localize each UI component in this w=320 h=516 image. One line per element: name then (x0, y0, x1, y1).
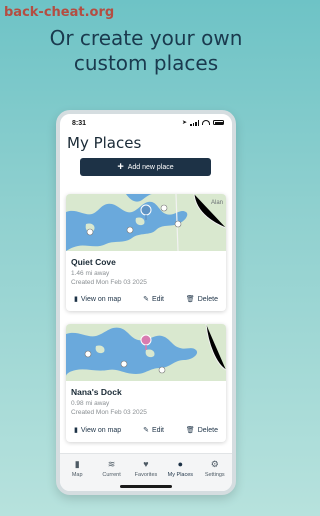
edit-button[interactable]: ✎ Edit (143, 426, 164, 435)
tab-label: Favorites (134, 472, 158, 478)
page-title: My Places (67, 134, 142, 152)
place-name: Nana's Dock (71, 387, 122, 397)
map-thumbnail-svg (66, 324, 226, 381)
trash-icon: 🗑 (185, 296, 195, 303)
view-on-map-label: View on map (80, 295, 122, 303)
location-pin-icon: ● (177, 459, 184, 469)
signal-icon (190, 119, 199, 126)
add-new-place-label: Add new place (127, 163, 174, 171)
place-card-quiet-cove[interactable]: Alan Quiet Cove 1.46 mi away Created Mon… (66, 194, 226, 311)
waves-icon: ≋ (107, 458, 116, 469)
status-icons: ➤ (182, 119, 224, 126)
map-icon: ▮ (74, 427, 78, 434)
place-card-actions: ▮ View on map ✎ Edit 🗑 Delete (74, 426, 218, 435)
view-on-map-label: View on map (80, 426, 122, 434)
place-created-date: Created Mon Feb 03 2025 (71, 279, 147, 286)
edit-label: Edit (151, 295, 164, 303)
battery-icon (213, 120, 224, 125)
gear-icon: ⚙ (210, 458, 219, 469)
place-name: Quiet Cove (71, 257, 116, 267)
tab-label: My Places (167, 472, 194, 478)
delete-label: Delete (197, 426, 218, 434)
wifi-icon (202, 120, 210, 125)
tab-label: Current (102, 472, 121, 478)
status-time: 8:31 (72, 120, 87, 127)
place-map-thumbnail[interactable]: Alan (66, 194, 226, 251)
headline-line-1: Or create your own (49, 26, 243, 50)
place-card-nanas-dock[interactable]: Nana's Dock 0.98 mi away Created Mon Feb… (66, 324, 226, 442)
trash-icon: 🗑 (185, 427, 195, 434)
place-distance: 1.46 mi away (71, 270, 110, 277)
tab-label: Settings (204, 472, 225, 478)
location-arrow-icon: ➤ (181, 120, 187, 126)
edit-button[interactable]: ✎ Edit (143, 295, 164, 304)
pencil-icon: ✎ (143, 296, 149, 303)
map-thumbnail-svg (66, 194, 226, 251)
place-created-date: Created Mon Feb 03 2025 (71, 409, 147, 416)
heart-icon: ♥ (143, 459, 149, 469)
headline-line-2: custom places (73, 51, 219, 75)
delete-label: Delete (197, 295, 218, 303)
place-map-thumbnail[interactable] (66, 324, 226, 381)
delete-button[interactable]: 🗑 Delete (185, 295, 218, 304)
place-distance: 0.98 mi away (71, 400, 110, 407)
watermark-text: back-cheat.org (4, 5, 115, 20)
phone-frame: 8:31 ➤ My Places + Add new place Alan Qu… (56, 110, 236, 495)
promo-headline: Or create your own custom places (0, 26, 292, 76)
view-on-map-button[interactable]: ▮ View on map (74, 295, 122, 304)
map-place-label: Alan (210, 200, 223, 206)
tab-label: Map (71, 472, 83, 478)
bottom-tab-bar: ▮ Map ≋ Current ♥ Favorites ● My Places … (60, 453, 232, 491)
home-indicator (120, 485, 172, 488)
tab-map[interactable]: ▮ Map (60, 459, 94, 491)
map-icon: ▮ (74, 458, 80, 469)
add-new-place-button[interactable]: + Add new place (80, 158, 211, 176)
place-card-actions: ▮ View on map ✎ Edit 🗑 Delete (74, 295, 218, 304)
delete-button[interactable]: 🗑 Delete (185, 426, 218, 435)
pencil-icon: ✎ (143, 427, 149, 434)
plus-icon: + (117, 160, 124, 173)
map-icon: ▮ (74, 296, 78, 303)
view-on-map-button[interactable]: ▮ View on map (74, 426, 122, 435)
status-bar: 8:31 ➤ (60, 114, 232, 130)
edit-label: Edit (151, 426, 164, 434)
tab-settings[interactable]: ⚙ Settings (198, 459, 232, 491)
